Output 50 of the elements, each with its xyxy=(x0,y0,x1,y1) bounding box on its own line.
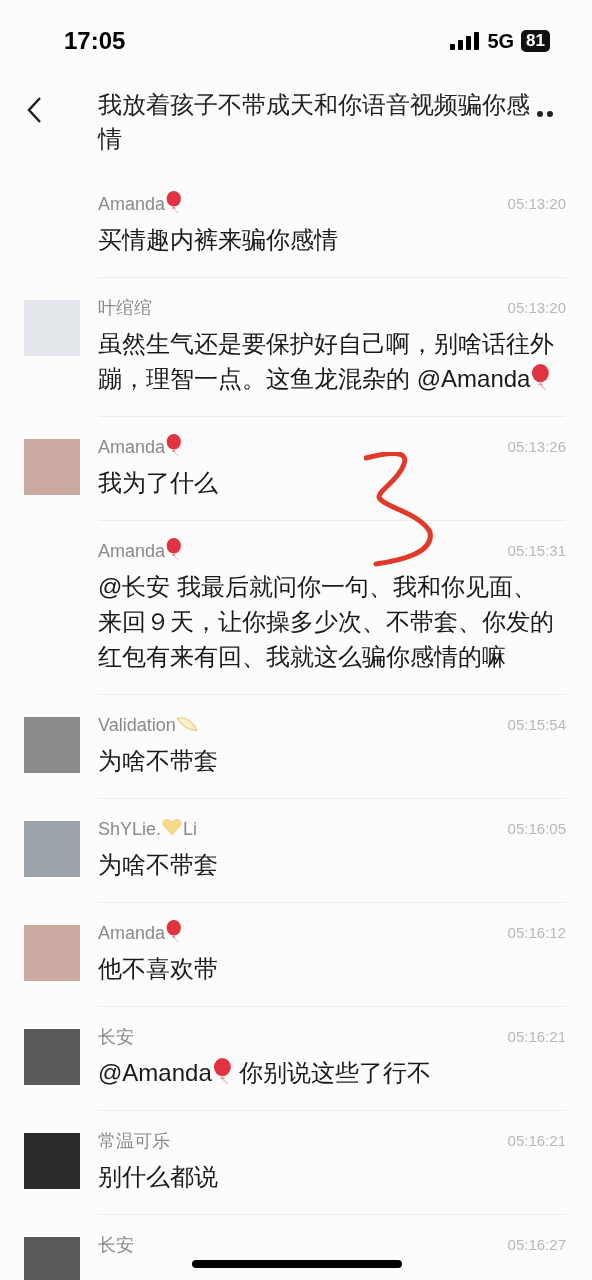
more-icon[interactable] xyxy=(536,110,554,118)
sender-name: 长安 xyxy=(98,1233,134,1257)
sender-name: 常温可乐 xyxy=(98,1129,170,1153)
avatar-photo-placeholder[interactable] xyxy=(24,821,80,877)
avatar-photo-placeholder[interactable] xyxy=(24,717,80,773)
feather-icon xyxy=(175,714,198,733)
balloon-icon xyxy=(165,537,183,560)
balloon-icon xyxy=(530,364,552,390)
sender-name: Validation xyxy=(98,711,198,739)
message-text: 为啥不带套 xyxy=(98,746,219,776)
message-time: 05:16:27 xyxy=(507,1234,566,1255)
balloon-icon xyxy=(165,433,183,456)
sender-name: 长安 xyxy=(98,1025,134,1049)
message-time: 05:13:20 xyxy=(507,297,566,318)
message-time: 05:13:26 xyxy=(507,436,566,457)
message-time: 05:15:54 xyxy=(507,714,566,735)
sender-name: Amanda xyxy=(98,919,183,947)
message-time: 05:16:12 xyxy=(507,922,566,943)
message-text: 虽然生气还是要保护好自己啊，别啥话往外蹦，理智一点。这鱼龙混杂的 @Amanda xyxy=(98,329,555,394)
network-type: 5G xyxy=(487,29,515,54)
sender-name: ShYLie. Li xyxy=(98,815,198,843)
message-text: 我为了什么 xyxy=(98,468,219,498)
message-text: 为啥不带套 xyxy=(98,850,219,880)
battery-level: 81 xyxy=(521,30,550,52)
signal-icon xyxy=(450,32,481,50)
message-time: 05:13:20 xyxy=(507,193,566,214)
message-text: @长安 我最后就问你一句、我和你见面、来回９天，让你操多少次、不带套、你发的红包有来有回、我就这么骗你感情的嘛 xyxy=(98,572,555,672)
avatar-photo-placeholder[interactable] xyxy=(24,1133,80,1189)
avatar-photo-placeholder[interactable] xyxy=(24,439,80,495)
balloon-icon xyxy=(211,1058,233,1084)
message-time: 05:16:21 xyxy=(507,1130,566,1151)
balloon-icon xyxy=(165,919,183,942)
avatar-photo-placeholder[interactable] xyxy=(24,1237,80,1280)
message-text: 他不喜欢带 xyxy=(98,954,219,984)
sender-name: Amanda xyxy=(98,537,183,565)
message-text: 别什么都说 xyxy=(98,1162,219,1192)
sender-name: 叶绾绾 xyxy=(98,296,152,320)
sender-name: Amanda xyxy=(98,190,183,218)
avatar-photo-placeholder[interactable] xyxy=(24,925,80,981)
avatar-photo-placeholder[interactable] xyxy=(24,1029,80,1085)
balloon-icon xyxy=(165,190,183,213)
chat-title: 我放着孩子不带成天和你语音视频骗你感情 xyxy=(98,90,531,154)
message-text: 买情趣内裤来骗你感情 xyxy=(98,225,339,255)
message-time: 05:16:05 xyxy=(507,818,566,839)
avatar-photo-placeholder[interactable] xyxy=(24,300,80,356)
message-time: 05:16:21 xyxy=(507,1026,566,1047)
message-time: 05:15:31 xyxy=(507,540,566,561)
status-time: 17:05 xyxy=(64,26,126,56)
message-text: @Amanda 你别说这些了行不 xyxy=(98,1057,433,1088)
sender-name: Amanda xyxy=(98,433,183,461)
